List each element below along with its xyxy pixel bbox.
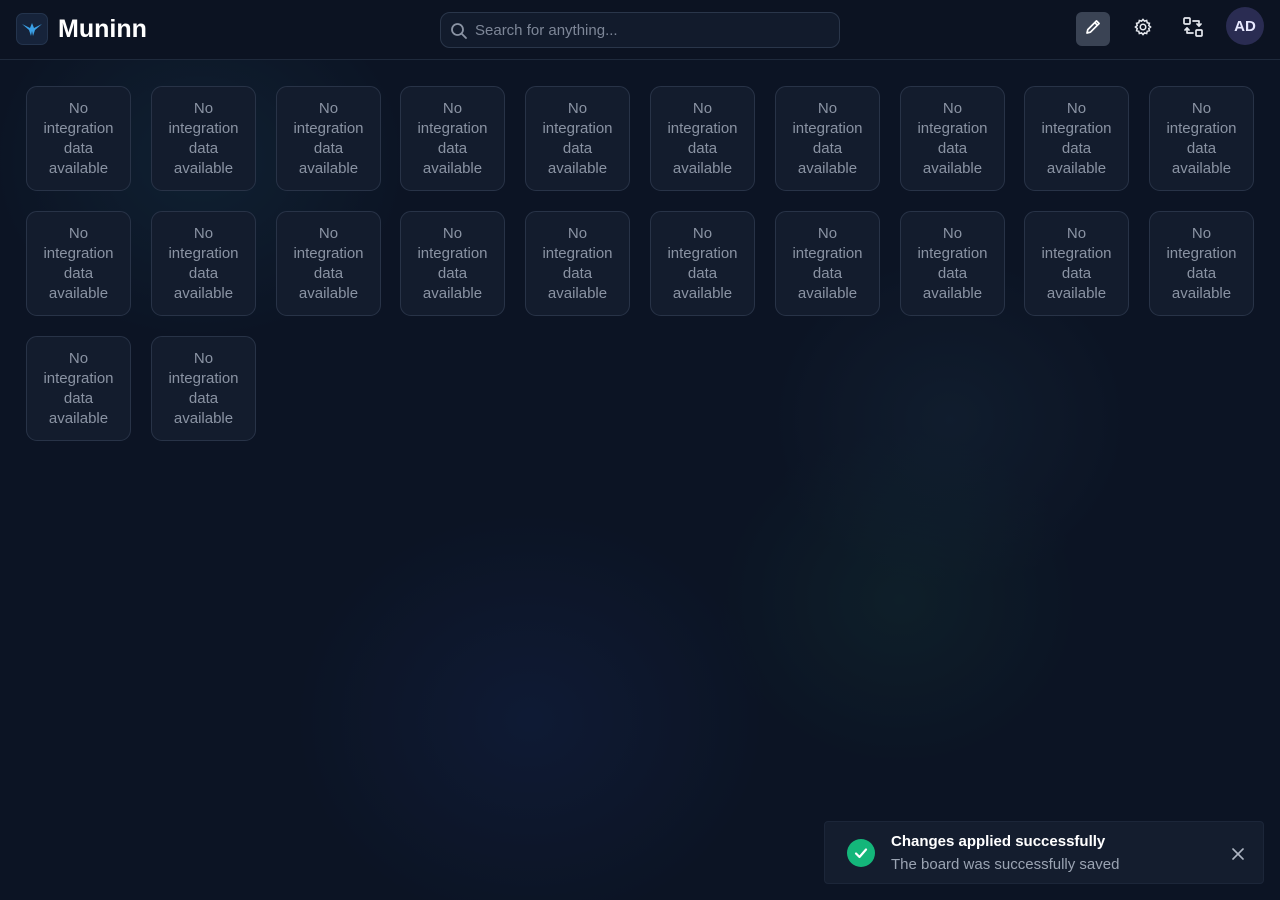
integration-tile[interactable]: No integration data available <box>900 86 1005 191</box>
avatar[interactable]: AD <box>1226 7 1264 45</box>
tile-empty-message: No integration data available <box>168 349 239 427</box>
raven-logo-icon[interactable] <box>16 13 48 45</box>
integration-tile[interactable]: No integration data available <box>900 211 1005 316</box>
tile-empty-message: No integration data available <box>293 224 364 302</box>
search-input[interactable] <box>475 13 835 47</box>
close-icon[interactable] <box>1230 846 1246 862</box>
tile-empty-message: No integration data available <box>43 349 114 427</box>
tile-empty-message: No integration data available <box>917 99 988 177</box>
integration-tile[interactable]: No integration data available <box>525 211 630 316</box>
tile-empty-message: No integration data available <box>168 99 239 177</box>
integration-tile[interactable]: No integration data available <box>400 86 505 191</box>
search-icon <box>450 22 468 40</box>
integration-tile[interactable]: No integration data available <box>1024 86 1129 191</box>
tile-empty-message: No integration data available <box>667 224 738 302</box>
integration-tile[interactable]: No integration data available <box>151 86 256 191</box>
integration-tile[interactable]: No integration data available <box>775 86 880 191</box>
tile-empty-message: No integration data available <box>542 224 613 302</box>
tile-empty-message: No integration data available <box>542 99 613 177</box>
tile-empty-message: No integration data available <box>168 224 239 302</box>
integration-tile[interactable]: No integration data available <box>26 86 131 191</box>
integration-tile[interactable]: No integration data available <box>151 211 256 316</box>
tile-empty-message: No integration data available <box>792 224 863 302</box>
brand-title[interactable]: Muninn <box>58 13 147 45</box>
integration-tile[interactable]: No integration data available <box>276 211 381 316</box>
integration-tile[interactable]: No integration data available <box>650 211 755 316</box>
integration-tile[interactable]: No integration data available <box>26 211 131 316</box>
search-bar[interactable] <box>440 12 840 48</box>
tile-empty-message: No integration data available <box>1041 224 1112 302</box>
toast-message: The board was successfully saved <box>891 856 1120 873</box>
tile-empty-message: No integration data available <box>1166 224 1237 302</box>
integration-tile[interactable]: No integration data available <box>1149 211 1254 316</box>
integration-tile[interactable]: No integration data available <box>650 86 755 191</box>
integration-tile[interactable]: No integration data available <box>276 86 381 191</box>
integration-tile[interactable]: No integration data available <box>1149 86 1254 191</box>
toast-title: Changes applied successfully <box>891 833 1106 850</box>
tile-empty-message: No integration data available <box>1041 99 1112 177</box>
tile-empty-message: No integration data available <box>417 224 488 302</box>
tile-empty-message: No integration data available <box>417 99 488 177</box>
success-toast: Changes applied successfully The board w… <box>824 821 1264 884</box>
tile-empty-message: No integration data available <box>917 224 988 302</box>
integration-tile[interactable]: No integration data available <box>775 211 880 316</box>
pencil-icon <box>1083 17 1103 42</box>
settings-button[interactable] <box>1126 12 1160 46</box>
swap-icon <box>1182 16 1204 43</box>
tile-empty-message: No integration data available <box>43 224 114 302</box>
integration-tile[interactable]: No integration data available <box>525 86 630 191</box>
integration-tile[interactable]: No integration data available <box>151 336 256 441</box>
tile-empty-message: No integration data available <box>792 99 863 177</box>
integration-tile[interactable]: No integration data available <box>1024 211 1129 316</box>
tile-empty-message: No integration data available <box>43 99 114 177</box>
integration-tile[interactable]: No integration data available <box>400 211 505 316</box>
tile-empty-message: No integration data available <box>1166 99 1237 177</box>
tile-empty-message: No integration data available <box>293 99 364 177</box>
edit-board-button[interactable] <box>1076 12 1110 46</box>
gear-icon <box>1132 16 1154 43</box>
switch-board-button[interactable] <box>1176 12 1210 46</box>
check-circle-icon <box>847 839 875 867</box>
top-bar: Muninn Search for anything... AD <box>0 0 1280 60</box>
tile-empty-message: No integration data available <box>667 99 738 177</box>
integration-tile[interactable]: No integration data available <box>26 336 131 441</box>
